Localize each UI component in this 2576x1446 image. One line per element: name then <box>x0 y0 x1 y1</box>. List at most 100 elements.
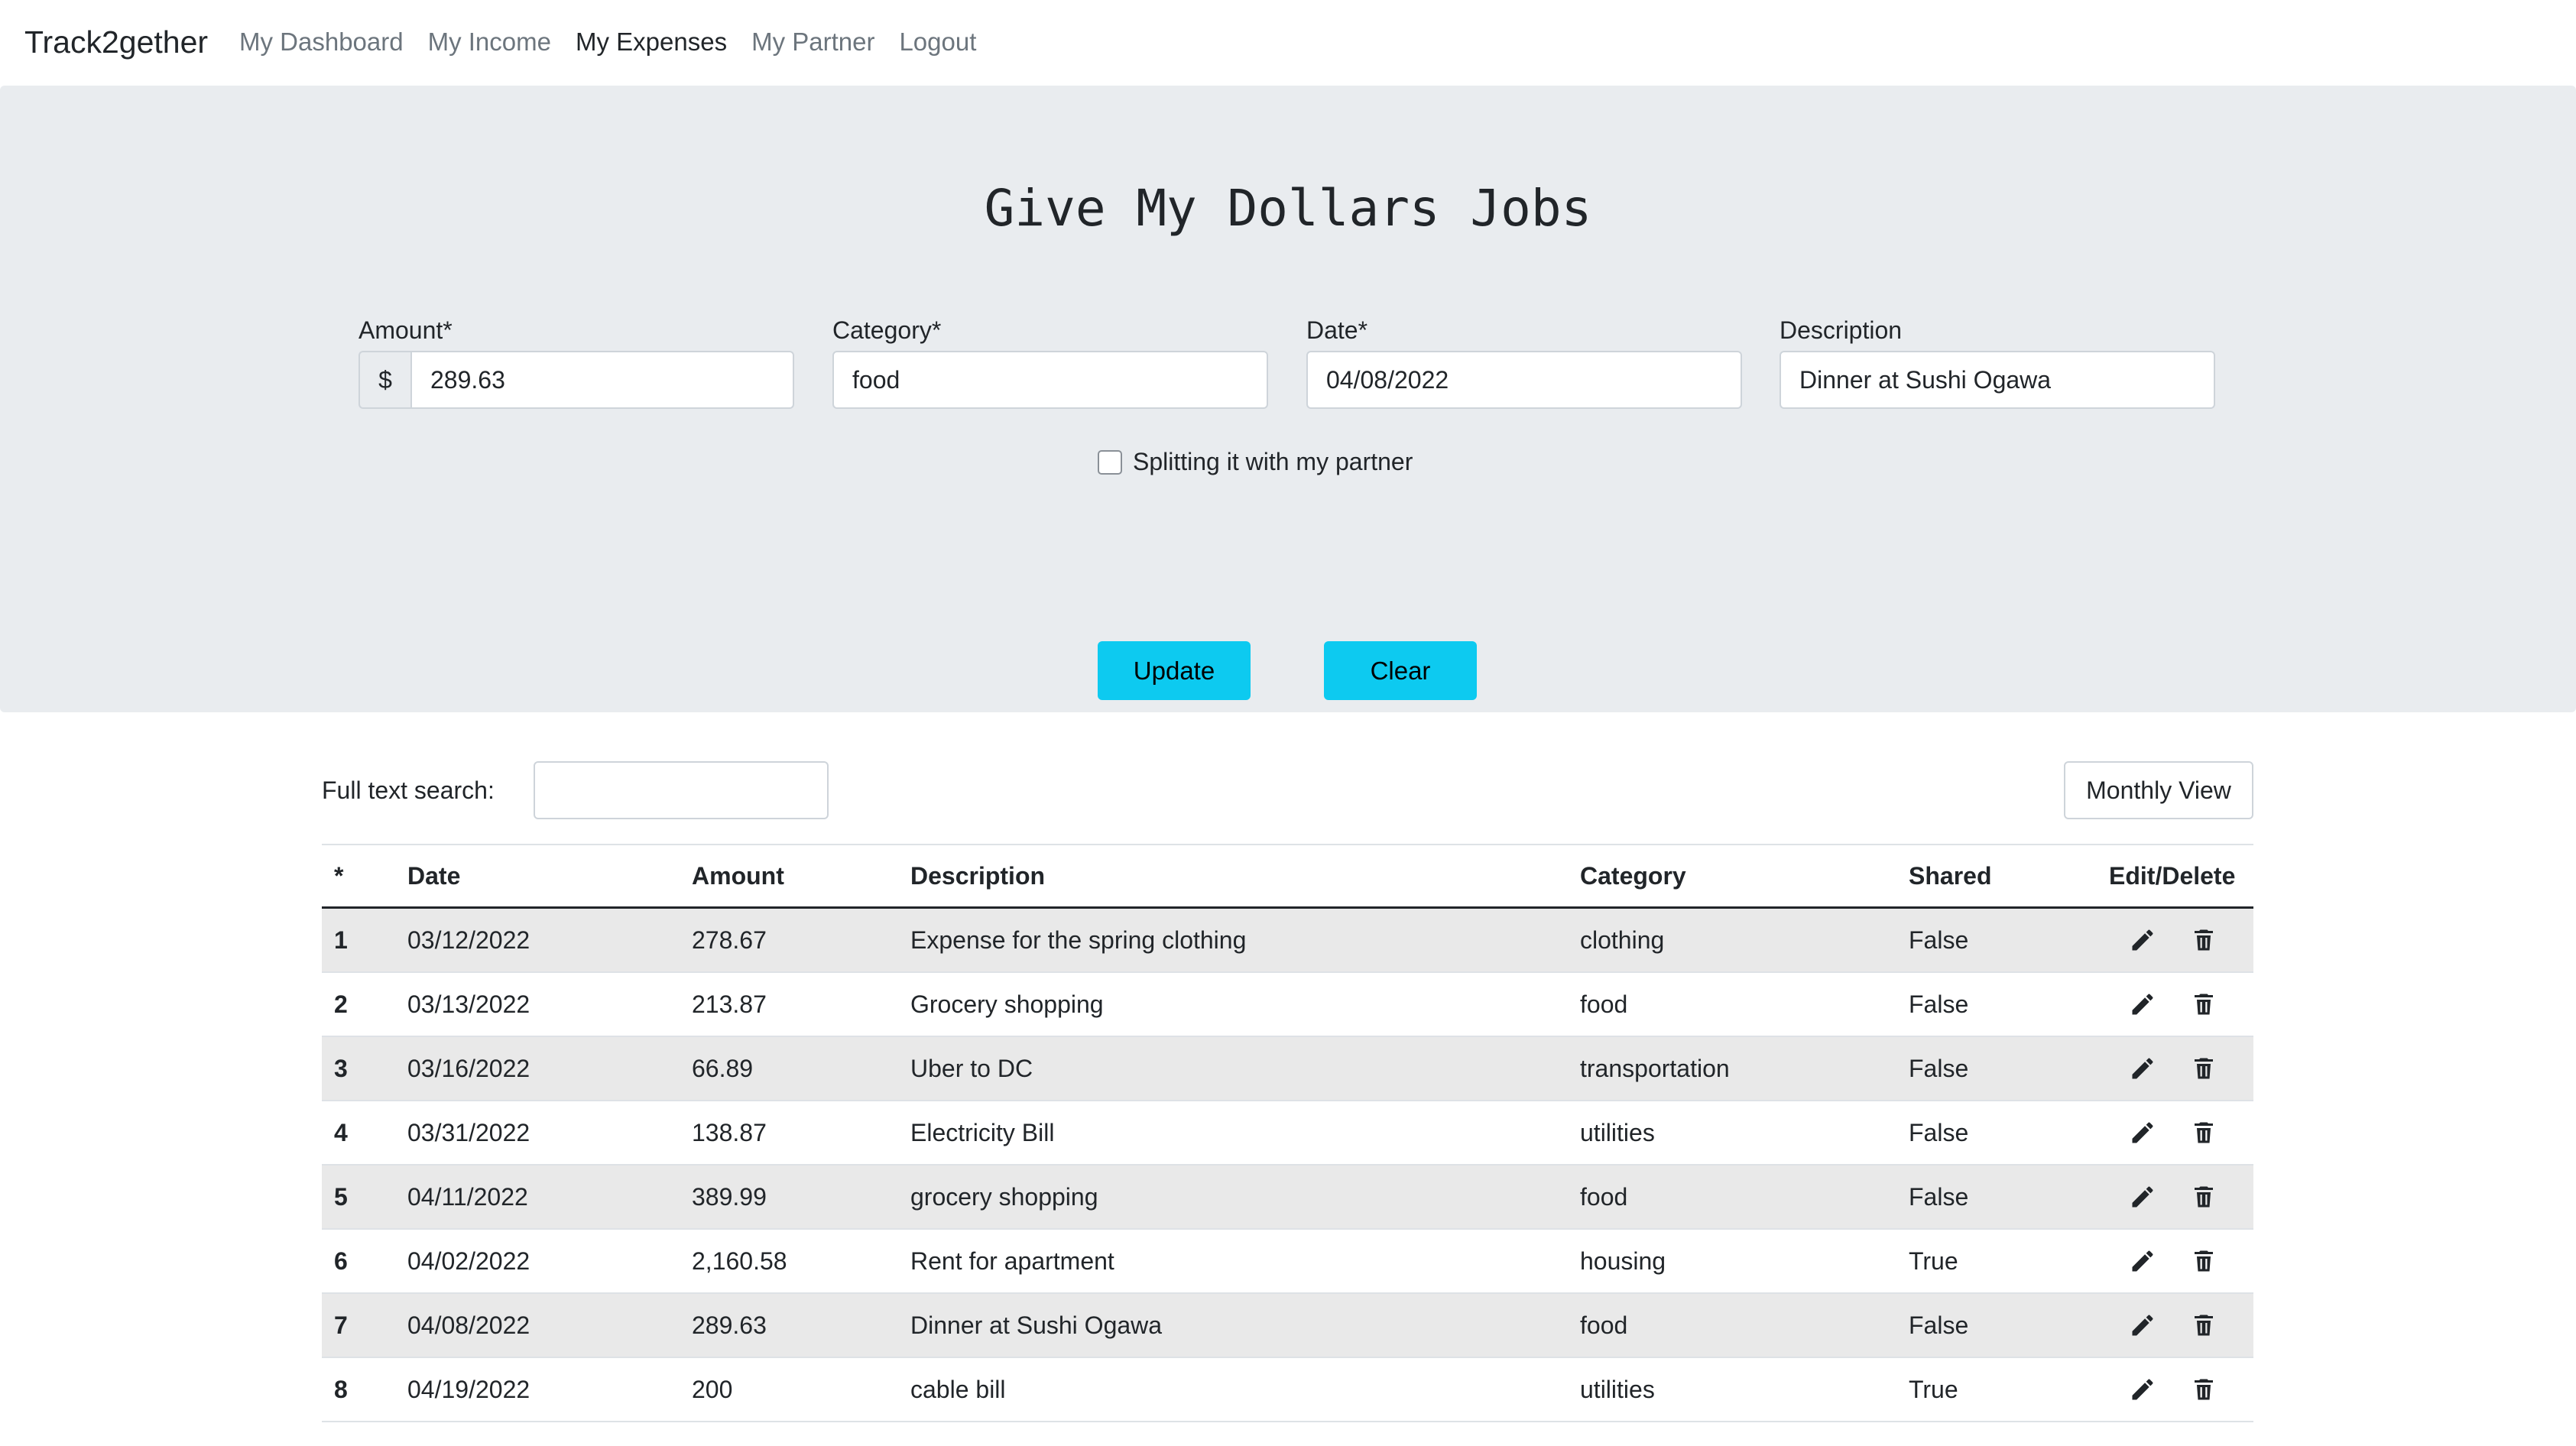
pencil-icon[interactable] <box>2129 1376 2156 1403</box>
header-description[interactable]: Description <box>910 845 1045 906</box>
category-input[interactable]: food <box>832 351 1268 409</box>
row-actions <box>2129 973 2218 1036</box>
table-row: 2 03/13/2022 213.87 Grocery shopping foo… <box>322 973 2253 1037</box>
amount-input[interactable]: 289.63 <box>410 351 794 409</box>
header-edit-delete: Edit/Delete <box>2109 861 2236 890</box>
nav-my-expenses[interactable]: My Expenses <box>576 28 727 57</box>
row-shared: False <box>1909 1054 1969 1082</box>
header-shared[interactable]: Shared <box>1909 845 1991 906</box>
description-field-group: Description Dinner at Sushi Ogawa <box>1780 316 2215 409</box>
row-actions <box>2129 1358 2218 1421</box>
row-amount: 389.99 <box>692 1182 767 1211</box>
pencil-icon[interactable] <box>2129 926 2156 954</box>
table-row: 8 04/19/2022 200 cable bill utilities Tr… <box>322 1358 2253 1422</box>
table-row: 6 04/02/2022 2,160.58 Rent for apartment… <box>322 1230 2253 1294</box>
row-amount: 200 <box>692 1375 733 1403</box>
update-button[interactable]: Update <box>1098 641 1251 700</box>
row-index: 7 <box>334 1311 348 1339</box>
row-amount: 2,160.58 <box>692 1247 787 1275</box>
row-index: 4 <box>334 1118 348 1146</box>
row-description: Dinner at Sushi Ogawa <box>910 1311 1163 1339</box>
trash-icon[interactable] <box>2190 1119 2218 1146</box>
nav-my-income[interactable]: My Income <box>428 28 551 57</box>
trash-icon[interactable] <box>2190 926 2218 954</box>
split-checkbox[interactable] <box>1098 449 1122 475</box>
row-amount: 66.89 <box>692 1054 754 1082</box>
row-shared: False <box>1909 926 1969 954</box>
pencil-icon[interactable] <box>2129 990 2156 1018</box>
row-shared: False <box>1909 1118 1969 1146</box>
date-field-group: Date* 04/08/2022 <box>1306 316 1742 409</box>
row-date: 03/31/2022 <box>407 1118 530 1146</box>
row-index: 1 <box>334 926 348 954</box>
trash-icon[interactable] <box>2190 1311 2218 1339</box>
navbar: Track2gether My Dashboard My Income My E… <box>0 0 2576 86</box>
row-shared: False <box>1909 990 1969 1018</box>
nav-my-dashboard[interactable]: My Dashboard <box>239 28 404 57</box>
row-date: 03/13/2022 <box>407 990 530 1018</box>
pencil-icon[interactable] <box>2129 1119 2156 1146</box>
nav-my-partner[interactable]: My Partner <box>751 28 874 57</box>
header-amount[interactable]: Amount <box>692 845 784 906</box>
date-label: Date* <box>1306 316 1368 344</box>
row-index: 6 <box>334 1247 348 1275</box>
row-amount: 213.87 <box>692 990 767 1018</box>
row-actions <box>2129 1230 2218 1292</box>
pencil-icon[interactable] <box>2129 1055 2156 1082</box>
row-amount: 278.67 <box>692 926 767 954</box>
row-description: Uber to DC <box>910 1054 1033 1082</box>
row-description: Grocery shopping <box>910 990 1104 1018</box>
row-amount: 289.63 <box>692 1311 767 1339</box>
expenses-table: * Date Amount Description Category Share… <box>322 844 2253 1422</box>
row-date: 04/08/2022 <box>407 1311 530 1339</box>
brand-logo[interactable]: Track2gether <box>24 24 208 60</box>
row-description: Electricity Bill <box>910 1118 1055 1146</box>
date-input[interactable]: 04/08/2022 <box>1306 351 1742 409</box>
trash-icon[interactable] <box>2190 1376 2218 1403</box>
row-index: 2 <box>334 990 348 1018</box>
row-description: Rent for apartment <box>910 1247 1114 1275</box>
pencil-icon[interactable] <box>2129 1183 2156 1211</box>
row-index: 8 <box>334 1375 348 1403</box>
trash-icon[interactable] <box>2190 1183 2218 1211</box>
pencil-icon[interactable] <box>2129 1311 2156 1339</box>
row-category: utilities <box>1580 1118 1655 1146</box>
search-label: Full text search: <box>322 776 495 804</box>
trash-icon[interactable] <box>2190 990 2218 1018</box>
currency-prefix: $ <box>358 351 410 409</box>
description-input[interactable]: Dinner at Sushi Ogawa <box>1780 351 2215 409</box>
clear-button[interactable]: Clear <box>1324 641 1477 700</box>
header-category[interactable]: Category <box>1580 845 1686 906</box>
header-date[interactable]: Date <box>407 845 460 906</box>
row-amount: 138.87 <box>692 1118 767 1146</box>
row-category: food <box>1580 1182 1628 1211</box>
amount-label: Amount* <box>358 316 453 344</box>
pencil-icon[interactable] <box>2129 1247 2156 1275</box>
row-category: clothing <box>1580 926 1665 954</box>
split-checkbox-group: Splitting it with my partner <box>1098 448 1413 476</box>
row-actions <box>2129 1166 2218 1228</box>
split-checkbox-label[interactable]: Splitting it with my partner <box>1133 448 1413 476</box>
row-category: food <box>1580 1311 1628 1339</box>
row-date: 04/11/2022 <box>407 1182 528 1211</box>
row-actions <box>2129 1294 2218 1357</box>
category-field-group: Category* food <box>832 316 1268 409</box>
trash-icon[interactable] <box>2190 1247 2218 1275</box>
row-category: transportation <box>1580 1054 1730 1082</box>
description-label: Description <box>1780 316 1903 344</box>
monthly-view-button[interactable]: Monthly View <box>2064 761 2253 819</box>
search-input[interactable] <box>534 761 829 819</box>
category-label: Category* <box>832 316 942 344</box>
trash-icon[interactable] <box>2190 1055 2218 1082</box>
table-row: 3 03/16/2022 66.89 Uber to DC transporta… <box>322 1037 2253 1101</box>
row-date: 04/02/2022 <box>407 1247 530 1275</box>
row-description: grocery shopping <box>910 1182 1098 1211</box>
row-actions <box>2129 909 2218 971</box>
row-shared: True <box>1909 1247 1958 1275</box>
row-index: 5 <box>334 1182 348 1211</box>
row-index: 3 <box>334 1054 348 1082</box>
page-title: Give My Dollars Jobs <box>984 179 1592 238</box>
nav-logout[interactable]: Logout <box>899 28 976 57</box>
row-actions <box>2129 1037 2218 1100</box>
table-row: 5 04/11/2022 389.99 grocery shopping foo… <box>322 1166 2253 1230</box>
